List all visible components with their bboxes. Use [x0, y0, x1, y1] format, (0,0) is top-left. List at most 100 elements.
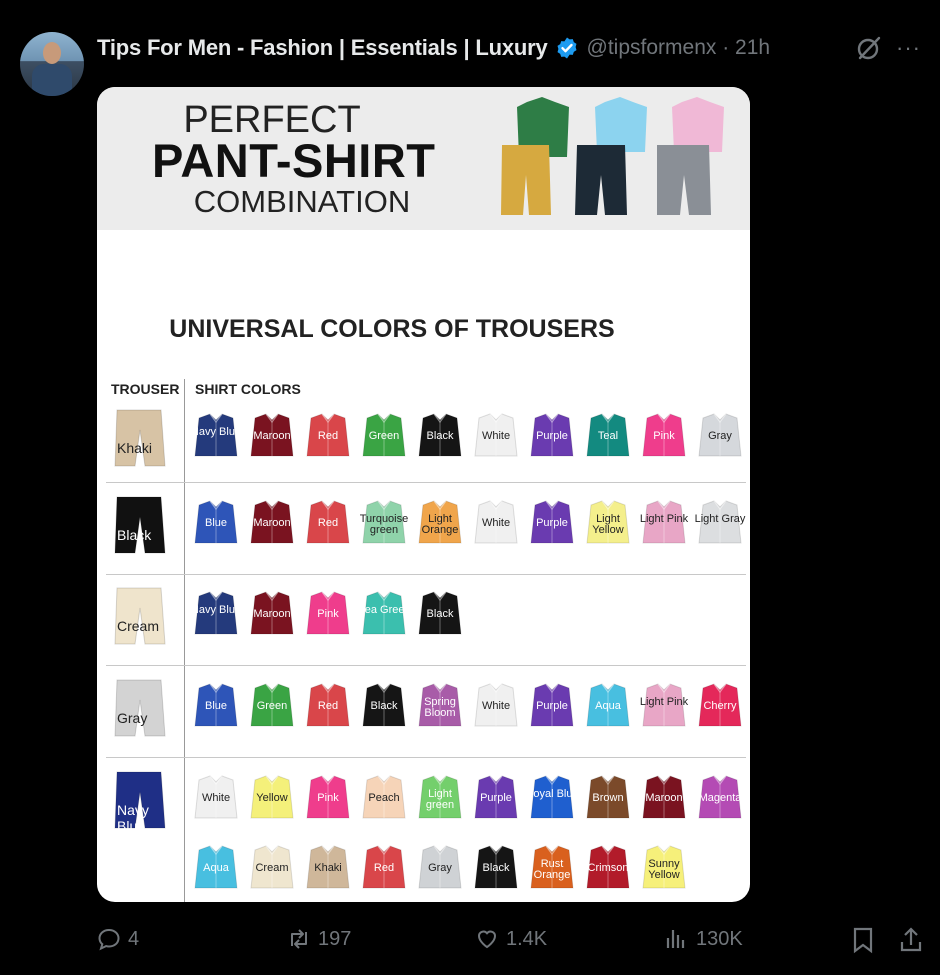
- post-actions: 4 197 1.4K 130K: [0, 920, 940, 960]
- post-image[interactable]: PERFECT PANT-SHIRT COMBINATION UNIVERSAL…: [97, 87, 750, 902]
- shirt-swatch: Rust Orange: [529, 844, 575, 890]
- shirt-label: Rust Orange: [533, 858, 571, 881]
- shirt-swatch: Light Pink: [640, 499, 688, 545]
- shirt-label: Purple: [536, 430, 568, 442]
- shirt-label: White: [201, 792, 231, 804]
- shirt-swatch: Gray: [697, 412, 743, 458]
- trouser-label: Gray: [117, 710, 148, 726]
- grok-icon[interactable]: [855, 34, 883, 62]
- shirt-swatch: Green: [361, 412, 407, 458]
- shirt-label: Navy Blue: [190, 604, 242, 616]
- shirt-swatch: Royal Blue: [525, 774, 579, 820]
- author-name[interactable]: Tips For Men - Fashion | Essentials | Lu…: [97, 35, 548, 61]
- share-icon[interactable]: [898, 926, 924, 954]
- like-button[interactable]: 1.4K: [474, 926, 547, 952]
- shirt-swatch: Light Yellow: [585, 499, 631, 545]
- shirt-swatch: White: [473, 412, 519, 458]
- author-handle-time[interactable]: @tipsformenx · 21h: [587, 36, 771, 60]
- shirt-swatch: White: [193, 774, 239, 820]
- shirt-swatch: Light Gray: [695, 499, 745, 545]
- shirt-swatch: Cream: [249, 844, 295, 890]
- shirt-label: Gray: [428, 862, 452, 874]
- shirt-swatch: Red: [361, 844, 407, 890]
- image-heading: UNIVERSAL COLORS OF TROUSERS: [169, 315, 615, 343]
- more-options-icon[interactable]: ···: [896, 34, 926, 62]
- reply-count: 4: [128, 927, 140, 950]
- shirt-swatch: Navy Blue: [191, 590, 241, 636]
- shirt-swatch: Purple: [473, 774, 519, 820]
- shirt-label: Navy Blue: [190, 426, 242, 438]
- shirt-swatch: Red: [305, 499, 351, 545]
- shirt-swatch: Blue: [193, 682, 239, 728]
- shirt-swatch: Red: [305, 412, 351, 458]
- shirt-label: Maroon: [645, 792, 683, 804]
- avatar-head: [43, 42, 61, 64]
- views-icon: [666, 930, 685, 948]
- shirt-swatch: Magenta: [697, 774, 743, 820]
- shirt-swatch: Aqua: [585, 682, 631, 728]
- shirt-label: Khaki: [314, 862, 342, 874]
- shirt-label: Gray: [708, 430, 732, 442]
- shirt-label: Light Pink: [639, 696, 689, 708]
- shirt-swatch: Pink: [305, 590, 351, 636]
- image-banner: PERFECT PANT-SHIRT COMBINATION: [97, 87, 750, 230]
- shirt-label: Light Gray: [694, 513, 746, 525]
- shirt-swatch: Cherry: [697, 682, 743, 728]
- shirt-label: Light Yellow: [592, 513, 624, 536]
- shirt-colors-column-header: SHIRT COLORS: [195, 381, 301, 397]
- shirt-label: Cream: [255, 862, 289, 874]
- shirt-swatch: Blue: [193, 499, 239, 545]
- avatar-body: [32, 64, 72, 96]
- shirt-label: Magenta: [698, 792, 742, 804]
- like-count: 1.4K: [506, 927, 548, 950]
- shirt-swatch: Pink: [305, 774, 351, 820]
- shirt-label: Purple: [536, 700, 568, 712]
- shirt-swatch: Light Orange: [417, 499, 463, 545]
- shirt-label: Maroon: [253, 517, 291, 529]
- shirt-swatch: Maroon: [249, 499, 295, 545]
- shirt-label: White: [481, 517, 511, 529]
- trouser-column-header: TROUSER: [111, 381, 180, 397]
- shirt-swatch: Green: [249, 682, 295, 728]
- shirt-swatch: Black: [417, 412, 463, 458]
- shirt-label: Light Pink: [639, 513, 689, 525]
- trouser-label: Khaki: [117, 440, 153, 456]
- shirt-swatch: Sunny Yellow: [641, 844, 687, 890]
- trouser-label: Black: [117, 527, 152, 543]
- shirt-swatch: Peach: [361, 774, 407, 820]
- shirt-swatch: Crimson: [585, 844, 631, 890]
- shirt-swatch: Turquoise green: [360, 499, 408, 545]
- shirt-label: Turquoise green: [359, 513, 409, 536]
- shirt-label: Light Orange: [421, 513, 459, 536]
- shirt-label: Teal: [597, 430, 619, 442]
- shirt-label: Aqua: [203, 862, 229, 874]
- shirt-label: Black: [370, 700, 398, 712]
- shirt-label: Black: [426, 608, 454, 620]
- reply-button[interactable]: 4: [96, 926, 139, 952]
- repost-count: 197: [318, 927, 352, 950]
- shirt-swatch: White: [473, 499, 519, 545]
- shirt-label: Crimson: [587, 862, 629, 874]
- author-avatar[interactable]: [20, 32, 84, 96]
- repost-button[interactable]: 197: [286, 926, 351, 952]
- shirt-label: Black: [426, 430, 454, 442]
- shirt-swatch: Navy Blue: [191, 412, 241, 458]
- shirt-label: Red: [373, 862, 395, 874]
- shirt-label: Blue: [204, 517, 228, 529]
- shirt-label: Sea Green: [357, 604, 411, 616]
- shirt-label: Maroon: [253, 608, 291, 620]
- shirt-swatch: Sea Green: [357, 590, 411, 636]
- shirt-swatch: Purple: [529, 412, 575, 458]
- shirt-swatch: Light green: [417, 774, 463, 820]
- shirt-label: Red: [317, 430, 339, 442]
- shirt-swatch: Teal: [585, 412, 631, 458]
- shirt-label: Peach: [368, 792, 400, 804]
- views-button[interactable]: 130K: [664, 926, 743, 952]
- shirt-swatch: Maroon: [249, 590, 295, 636]
- shirt-swatch: Purple: [529, 499, 575, 545]
- shirt-swatch: Light Pink: [640, 682, 688, 728]
- shirt-label: Pink: [317, 792, 339, 804]
- bookmark-icon[interactable]: [850, 926, 876, 954]
- column-divider: [184, 379, 185, 902]
- shirt-label: Cherry: [703, 700, 737, 712]
